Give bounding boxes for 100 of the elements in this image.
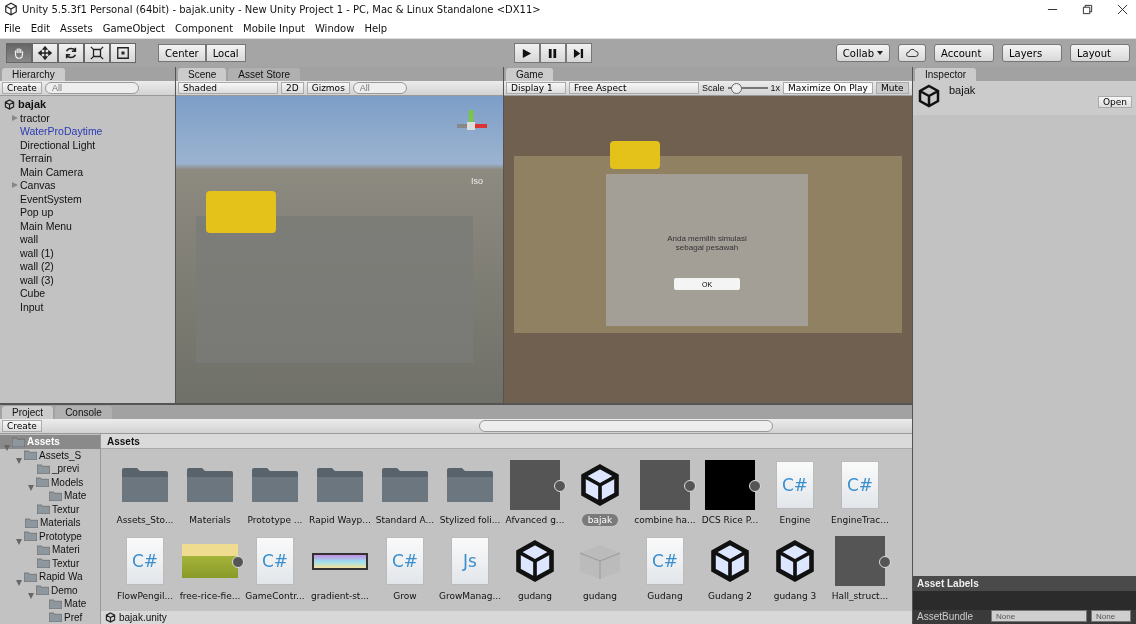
- hierarchy-item[interactable]: EventSystem: [20, 192, 82, 205]
- project-tab[interactable]: Project: [2, 406, 54, 419]
- inspector-tab[interactable]: Inspector: [915, 68, 977, 81]
- hierarchy-item[interactable]: Directional Light: [20, 138, 96, 151]
- account-dropdown[interactable]: Account: [934, 44, 994, 62]
- hierarchy-item[interactable]: wall: [20, 233, 39, 246]
- console-tab[interactable]: Console: [55, 406, 112, 419]
- asset-name[interactable]: gudang 3: [767, 590, 823, 603]
- asset-name[interactable]: gudang: [576, 590, 624, 603]
- folder-tree-item[interactable]: Mate: [64, 598, 87, 610]
- folder-tree-item[interactable]: Textur: [52, 503, 80, 515]
- asset-name[interactable]: Gudang 2: [702, 590, 758, 603]
- menu-item[interactable]: Window: [314, 22, 355, 34]
- display-dropdown[interactable]: Display 1: [506, 82, 566, 94]
- mute-toggle[interactable]: Mute: [875, 82, 909, 94]
- asset-name[interactable]: Hall_struct...: [825, 590, 895, 603]
- folder-tree-item[interactable]: Models: [51, 476, 84, 488]
- folder-icon: [36, 585, 49, 596]
- folder-tree-item[interactable]: Mate: [64, 490, 87, 502]
- asset-name[interactable]: EngineTrac...: [825, 514, 895, 527]
- menu-item[interactable]: Component: [175, 22, 234, 34]
- model-preview-thumbnail[interactable]: [835, 536, 885, 587]
- asset-name[interactable]: gudang: [511, 590, 559, 603]
- layout-dropdown[interactable]: Layout: [1070, 44, 1130, 62]
- folder-tree-item[interactable]: Textur: [52, 557, 80, 569]
- close-icon[interactable]: [1117, 3, 1128, 15]
- asset-name[interactable]: bajak: [581, 514, 619, 527]
- hierarchy-item[interactable]: Input: [20, 300, 44, 313]
- play-button[interactable]: [513, 43, 540, 63]
- hierarchy-item[interactable]: WaterProDaytime: [20, 125, 103, 138]
- pivot-local-button[interactable]: Local: [205, 44, 246, 62]
- breadcrumb-item[interactable]: Assets: [107, 435, 140, 447]
- scale-tool-button[interactable]: [84, 43, 110, 63]
- menu-item[interactable]: Assets: [60, 22, 93, 34]
- hierarchy-item[interactable]: tractor: [20, 111, 50, 124]
- create-dropdown[interactable]: Create: [2, 82, 42, 94]
- restore-icon[interactable]: [1082, 3, 1093, 15]
- folder-tree-item[interactable]: Demo: [51, 584, 78, 596]
- asset-name[interactable]: Gudang: [641, 590, 689, 603]
- hand-tool-button[interactable]: [6, 43, 32, 63]
- folder-tree-item[interactable]: Materials: [40, 517, 81, 529]
- menu-item[interactable]: Mobile Input: [243, 22, 305, 34]
- folder-tree-item[interactable]: Pref: [64, 611, 83, 623]
- model-preview-thumbnail[interactable]: [640, 460, 690, 511]
- texture-thumbnail[interactable]: [705, 460, 755, 511]
- step-button[interactable]: [565, 43, 592, 63]
- search-field[interactable]: All: [352, 82, 407, 94]
- scale-label: Scale: [702, 83, 725, 93]
- folder-tree-item[interactable]: Materi: [52, 544, 80, 556]
- create-dropdown[interactable]: Create: [2, 420, 42, 432]
- asset-name[interactable]: Materials: [183, 514, 237, 527]
- hierarchy-item[interactable]: wall (2): [20, 260, 54, 273]
- menu-item[interactable]: GameObject: [102, 22, 165, 34]
- hierarchy-item[interactable]: Pop up: [20, 206, 54, 219]
- menu-item[interactable]: File: [4, 22, 21, 34]
- asset-bundle-dropdown[interactable]: None: [1091, 610, 1131, 622]
- aspect-dropdown[interactable]: Free Aspect: [569, 82, 699, 94]
- scene-tab[interactable]: Scene: [178, 68, 227, 81]
- hierarchy-item[interactable]: wall (3): [20, 273, 54, 286]
- asset-bundle-dropdown[interactable]: None: [991, 610, 1087, 622]
- folder-tree-item[interactable]: Prototype: [39, 530, 82, 542]
- asset-name[interactable]: Assets_Sto...: [110, 514, 180, 527]
- layers-dropdown[interactable]: Layers: [1002, 44, 1062, 62]
- asset-name[interactable]: Grow: [387, 590, 423, 603]
- search-field[interactable]: All: [44, 82, 139, 94]
- menu-item[interactable]: Help: [364, 22, 388, 34]
- hierarchy-item[interactable]: Main Menu: [20, 219, 72, 232]
- search-field[interactable]: [478, 420, 773, 432]
- folder-tree-item[interactable]: Rapid Wa: [39, 571, 83, 583]
- hierarchy-item[interactable]: Cube: [20, 287, 46, 300]
- gradient-texture-thumbnail[interactable]: [312, 552, 368, 570]
- folder-tree-item[interactable]: _previ: [52, 463, 80, 475]
- rotate-tool-button[interactable]: [58, 43, 84, 63]
- scene-name[interactable]: bajak: [18, 98, 47, 110]
- rect-tool-button[interactable]: [110, 43, 136, 63]
- 2d-toggle[interactable]: 2D: [281, 82, 304, 94]
- asset-store-tab[interactable]: Asset Store: [228, 68, 301, 81]
- pivot-center-button[interactable]: Center: [158, 44, 206, 62]
- hierarchy-item[interactable]: Main Camera: [20, 165, 84, 178]
- hierarchy-tab[interactable]: Hierarchy: [2, 68, 65, 81]
- shading-dropdown[interactable]: Shaded: [178, 82, 278, 94]
- rice-field-thumbnail[interactable]: [182, 544, 238, 579]
- hierarchy-item[interactable]: Terrain: [20, 152, 53, 165]
- folder-tree-item[interactable]: Assets_S: [39, 449, 82, 461]
- model-preview-thumbnail[interactable]: [510, 460, 560, 511]
- collab-dropdown[interactable]: Collab: [835, 44, 890, 62]
- asset-name[interactable]: GrowManag...: [432, 590, 508, 603]
- game-tab[interactable]: Game: [506, 68, 554, 81]
- open-button[interactable]: Open: [1097, 96, 1132, 108]
- folder-icon: [49, 598, 62, 609]
- move-tool-button[interactable]: [32, 43, 58, 63]
- pause-button[interactable]: [539, 43, 566, 63]
- gizmos-dropdown[interactable]: Gizmos: [306, 82, 350, 94]
- hierarchy-item[interactable]: Canvas: [20, 179, 56, 192]
- asset-name[interactable]: Engine: [773, 514, 817, 527]
- maximize-toggle[interactable]: Maximize On Play: [783, 82, 873, 94]
- hierarchy-item[interactable]: wall (1): [20, 246, 54, 259]
- play-icon: [521, 47, 533, 59]
- menu-item[interactable]: Edit: [30, 22, 51, 34]
- cloud-button[interactable]: [898, 44, 926, 62]
